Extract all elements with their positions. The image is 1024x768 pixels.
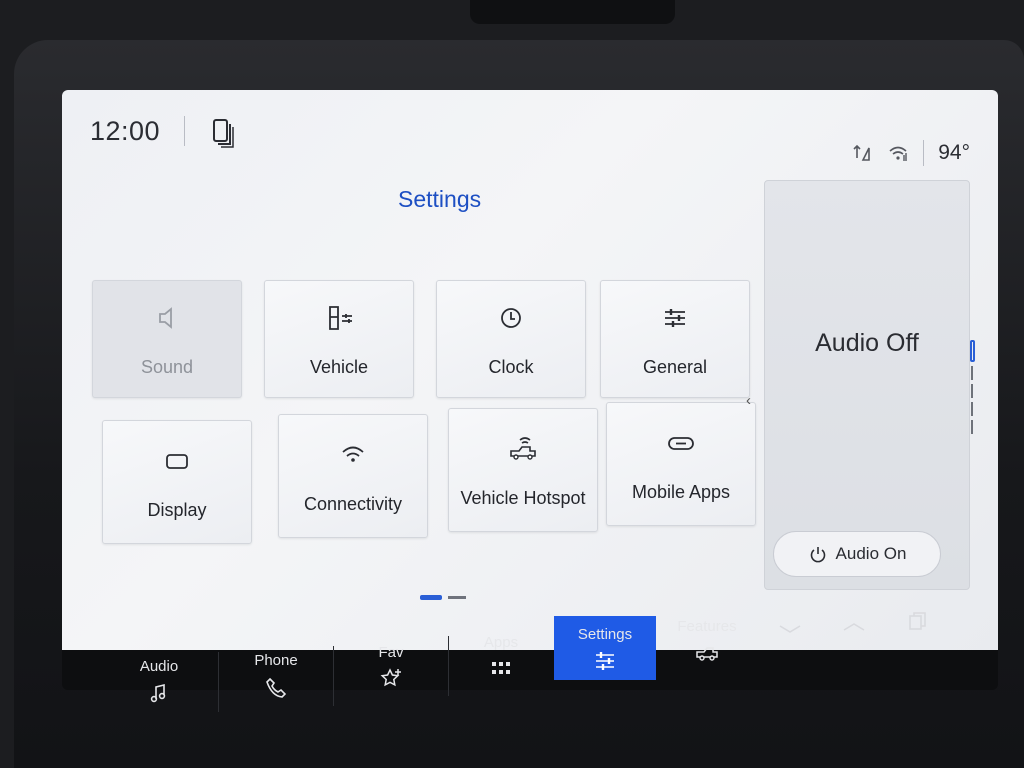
- nav-label: Phone: [254, 652, 298, 669]
- nav-divider: [218, 652, 219, 712]
- nav-divider: [333, 646, 334, 706]
- nav-divider: [448, 636, 449, 696]
- audio-on-button[interactable]: Audio On: [773, 531, 941, 577]
- scroll-up-button[interactable]: [824, 602, 884, 652]
- wifi-icon: [342, 446, 364, 462]
- scroll-down-button[interactable]: [760, 604, 820, 654]
- truck-wifi-icon: [510, 436, 536, 460]
- tile-vehicle-hotspot[interactable]: Vehicle Hotspot: [448, 408, 598, 532]
- nav-settings[interactable]: Settings: [554, 616, 656, 680]
- nav-label: Fav: [378, 644, 404, 661]
- tile-label: Mobile Apps: [631, 481, 731, 502]
- speaker-icon: [159, 306, 172, 329]
- vehicle-settings-icon: [329, 305, 352, 330]
- panel-scrollbar[interactable]: [970, 340, 976, 450]
- audio-status: Audio Off: [815, 329, 919, 357]
- nav-features[interactable]: Features: [656, 608, 758, 682]
- tile-label: Vehicle: [309, 356, 369, 377]
- scrollbar-segment: [971, 366, 973, 380]
- page-dot[interactable]: [448, 596, 466, 599]
- settings-screen: 12:00 94° Settings Sound Vehicle Clock G…: [62, 90, 998, 650]
- tile-label: Connectivity: [303, 493, 403, 514]
- clock-icon: [501, 307, 521, 328]
- status-divider: [184, 116, 185, 146]
- tile-mobile-apps[interactable]: Mobile Apps: [606, 402, 756, 526]
- chevron-down-icon: [779, 625, 801, 633]
- tile-label: Vehicle Hotspot: [460, 487, 586, 508]
- status-right: 94°: [851, 140, 970, 166]
- power-icon: [810, 547, 825, 563]
- data-transfer-icon: [853, 144, 871, 161]
- clock-time: 12:00: [90, 116, 161, 146]
- collapse-chevron-icon[interactable]: ‹: [746, 392, 751, 409]
- star-plus-icon: [380, 668, 401, 687]
- settings-sliders-icon: [596, 652, 614, 670]
- tile-sound[interactable]: Sound: [92, 280, 242, 398]
- audio-panel: Audio Off Audio On: [764, 180, 970, 590]
- phone-devices-icon[interactable]: [212, 118, 236, 148]
- page-title: Settings: [398, 186, 482, 212]
- truck-icon: [696, 647, 718, 661]
- bottom-nav-bar: Audio Phone Fav Apps Settings Features: [60, 600, 998, 712]
- nav-label: Settings: [577, 626, 633, 643]
- dash-vent: [470, 0, 675, 24]
- tile-display[interactable]: Display: [102, 420, 252, 544]
- apps-grid-icon: [492, 662, 510, 674]
- outside-temperature: 94°: [938, 141, 970, 164]
- scrollbar-thumb[interactable]: [970, 340, 975, 362]
- wifi-status-icon: [889, 146, 907, 161]
- nav-apps[interactable]: Apps: [450, 624, 552, 698]
- display-icon: [166, 453, 188, 469]
- sliders-icon: [665, 308, 685, 327]
- nav-label: Features: [677, 618, 737, 635]
- link-icon: [668, 436, 694, 450]
- tile-general[interactable]: General: [600, 280, 750, 398]
- status-divider-right: [923, 140, 925, 166]
- audio-on-label: Audio On: [835, 544, 907, 563]
- settings-grid: Sound Vehicle Clock General Display Conn…: [92, 280, 756, 544]
- tile-label: Clock: [488, 356, 534, 377]
- tile-label: Sound: [140, 356, 194, 377]
- nav-label: Audio: [139, 658, 179, 675]
- tile-clock[interactable]: Clock: [436, 280, 586, 398]
- nav-phone[interactable]: Phone: [225, 642, 327, 716]
- nav-audio[interactable]: Audio: [108, 648, 210, 722]
- multi-window-icon: [909, 612, 926, 630]
- nav-fav[interactable]: Fav: [340, 634, 442, 708]
- music-note-icon: [150, 683, 166, 703]
- tile-vehicle[interactable]: Vehicle: [264, 280, 414, 398]
- tile-connectivity[interactable]: Connectivity: [278, 414, 428, 538]
- chevron-up-icon: [843, 623, 865, 631]
- phone-icon: [266, 677, 287, 698]
- scrollbar-segment: [971, 420, 973, 434]
- status-bar: 12:00 94°: [62, 90, 998, 170]
- tile-label: General: [642, 356, 708, 377]
- screen-layout-button[interactable]: [888, 596, 948, 646]
- tile-label: Display: [147, 499, 207, 520]
- scrollbar-segment: [971, 402, 973, 416]
- scrollbar-segment: [971, 384, 973, 398]
- nav-label: Apps: [483, 634, 519, 651]
